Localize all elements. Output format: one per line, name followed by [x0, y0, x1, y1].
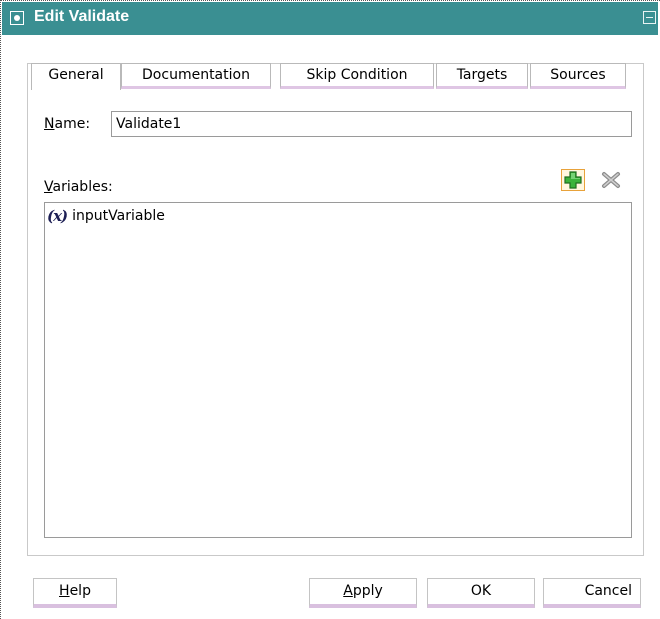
tab-label: Documentation — [142, 67, 250, 83]
ok-button[interactable]: OK — [427, 578, 535, 608]
help-button[interactable]: Help — [33, 578, 117, 608]
apply-label: pply — [352, 583, 383, 599]
remove-variable-button[interactable] — [599, 169, 623, 191]
plus-icon — [564, 171, 582, 189]
cancel-button[interactable]: Cancel — [543, 578, 641, 608]
variables-label-text: ariables: — [52, 179, 113, 195]
variable-icon: (x) — [47, 207, 68, 225]
tab-label: Sources — [550, 67, 606, 83]
ok-label: OK — [470, 583, 492, 599]
window-title: Edit Validate — [34, 8, 130, 25]
name-field[interactable] — [111, 111, 632, 137]
tab-sources[interactable]: Sources — [530, 63, 626, 89]
cancel-label: Cancel — [584, 583, 632, 599]
name-mnemonic: N — [44, 116, 55, 132]
variable-name: inputVariable — [72, 208, 165, 224]
name-label-text: ame: — [54, 116, 91, 132]
tab-label: General — [48, 67, 104, 83]
tab-targets[interactable]: Targets — [436, 63, 528, 89]
add-variable-button[interactable] — [561, 169, 585, 191]
apply-button[interactable]: Apply — [309, 578, 417, 608]
tab-label: Targets — [456, 67, 508, 83]
help-label: elp — [69, 583, 91, 599]
variables-label: Variables: — [44, 179, 113, 195]
tab-documentation[interactable]: Documentation — [121, 63, 271, 89]
name-label: Name: — [44, 116, 90, 132]
apply-mnemonic: A — [343, 583, 353, 599]
help-mnemonic: H — [59, 583, 70, 599]
window-menu-icon[interactable] — [10, 11, 24, 25]
tab-general[interactable]: General — [31, 63, 121, 90]
tab-label: Skip Condition — [306, 67, 408, 83]
variables-list[interactable]: (x) inputVariable — [44, 202, 632, 538]
variables-mnemonic: V — [44, 179, 53, 195]
tab-skip-condition[interactable]: Skip Condition — [280, 63, 434, 89]
x-icon — [602, 172, 620, 188]
list-item[interactable]: (x) inputVariable — [47, 206, 165, 226]
title-bar[interactable]: Edit Validate — [2, 2, 658, 35]
maximize-icon[interactable] — [643, 11, 656, 24]
